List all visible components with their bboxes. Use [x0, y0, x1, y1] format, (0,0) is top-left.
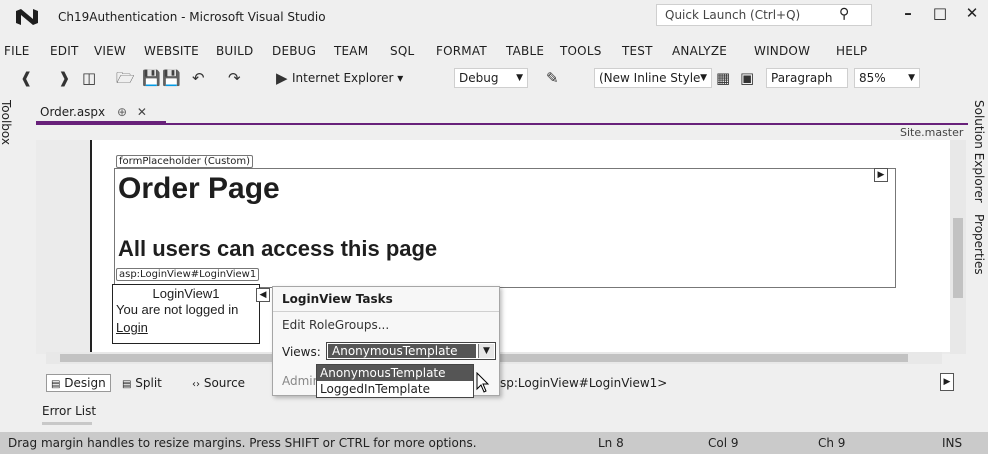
zoom-value: 85%: [859, 71, 886, 85]
status-bar: Drag margin handles to resize margins. P…: [0, 432, 988, 454]
visual-studio-logo-icon: [16, 9, 38, 25]
menu-build[interactable]: BUILD: [216, 44, 253, 58]
menu-tools[interactable]: TOOLS: [560, 44, 602, 58]
chevron-down-icon: ▼: [700, 73, 707, 83]
menu-analyze[interactable]: ANALYZE: [672, 44, 727, 58]
properties-tab[interactable]: Properties: [972, 214, 986, 275]
quick-launch-placeholder: Quick Launch (Ctrl+Q): [665, 8, 801, 22]
menu-debug[interactable]: DEBUG: [272, 44, 316, 58]
status-message: Drag margin handles to resize margins. P…: [8, 436, 477, 450]
zoom-dropdown[interactable]: 85% ▼: [854, 68, 920, 88]
loginview-status-text: You are not logged in: [116, 302, 239, 317]
tab-order-aspx[interactable]: Order.aspx ⊕ ✕: [36, 101, 166, 123]
split-view-label: Split: [135, 376, 162, 390]
master-page-label: Site.master: [900, 126, 964, 139]
menu-sql[interactable]: SQL: [390, 44, 414, 58]
menu-format[interactable]: FORMAT: [436, 44, 487, 58]
source-view-label: Source: [203, 376, 246, 390]
breadcrumb-next-icon[interactable]: ▶: [940, 373, 954, 391]
status-char: Ch 9: [818, 436, 846, 450]
style-tool-icon[interactable]: ▦: [716, 68, 730, 88]
loginview-title: LoginView1: [152, 286, 220, 301]
forward-icon[interactable]: ❱: [58, 68, 71, 88]
tab-label: Order.aspx: [40, 105, 106, 119]
menu-team[interactable]: TEAM: [334, 44, 368, 58]
menu-table[interactable]: TABLE: [506, 44, 544, 58]
undo-icon[interactable]: ↶: [192, 68, 205, 88]
window-title: Ch19Authentication - Microsoft Visual St…: [58, 10, 326, 24]
chevron-down-icon: ▼: [516, 73, 523, 83]
close-tab-icon[interactable]: ✕: [137, 105, 147, 119]
source-view-icon: ‹›: [192, 379, 200, 390]
solution-explorer-tab[interactable]: Solution Explorer: [972, 100, 986, 203]
save-icon[interactable]: 💾: [142, 68, 161, 88]
source-view-button[interactable]: ‹› Source: [192, 376, 245, 390]
page-heading[interactable]: Order Page: [118, 172, 280, 206]
config-value: Debug: [459, 71, 499, 85]
menu-test[interactable]: TEST: [622, 44, 653, 58]
design-view-label: Design: [64, 376, 106, 390]
style-dropdown[interactable]: (New Inline Style ▼: [594, 68, 712, 88]
login-link[interactable]: Login: [116, 320, 148, 335]
maximize-button[interactable]: □: [930, 4, 950, 22]
open-file-icon[interactable]: 🗁: [116, 68, 135, 88]
placeholder-label: formPlaceholder (Custom): [116, 155, 254, 168]
loginview-tag: asp:LoginView#LoginView1: [116, 268, 260, 281]
style-value: (New Inline Style: [599, 71, 701, 85]
right-side-tabs: Solution Explorer Properties: [970, 96, 988, 426]
tab-underline: [36, 123, 968, 125]
back-icon[interactable]: ❰: [20, 68, 33, 88]
menu-website[interactable]: WEBSITE: [144, 44, 199, 58]
menu-window[interactable]: WINDOW: [754, 44, 810, 58]
menu-file[interactable]: FILE: [4, 44, 30, 58]
quick-launch-input[interactable]: Quick Launch (Ctrl+Q) ⚲: [656, 4, 872, 26]
smart-tag-expand-icon[interactable]: ▶: [874, 168, 888, 182]
views-selected-value: AnonymousTemplate: [328, 344, 476, 358]
vertical-scroll-thumb[interactable]: [953, 218, 963, 298]
close-button[interactable]: ✕: [962, 4, 982, 22]
pin-icon[interactable]: ⊕: [117, 105, 127, 119]
menu-help[interactable]: HELP: [836, 44, 867, 58]
design-view-button[interactable]: ▤ Design: [46, 374, 111, 392]
start-debug-icon[interactable]: ▶: [276, 68, 288, 88]
divider: [273, 311, 499, 312]
toolbox-side-tab[interactable]: Toolbox: [0, 96, 14, 426]
new-project-icon[interactable]: ◫: [82, 68, 96, 88]
edit-rolegroups-link[interactable]: Edit RoleGroups...: [282, 318, 389, 332]
browser-dropdown[interactable]: Internet Explorer ▾: [292, 68, 403, 88]
views-dropdown[interactable]: AnonymousTemplate ▼: [326, 342, 496, 360]
design-view-icon: ▤: [51, 379, 61, 390]
minimize-button[interactable]: –: [898, 4, 918, 22]
split-view-icon: ▤: [122, 379, 132, 390]
breadcrumb[interactable]: sp:LoginView#LoginView1>: [500, 376, 667, 390]
chevron-down-icon[interactable]: ▼: [478, 344, 494, 358]
status-column: Col 9: [708, 436, 739, 450]
chevron-down-icon: ▼: [908, 73, 915, 83]
error-list-tab-indicator: [42, 422, 92, 425]
save-all-icon[interactable]: 💾: [162, 68, 181, 88]
block-format-value: Paragraph: [771, 71, 833, 85]
views-label: Views:: [282, 345, 321, 359]
block-format-dropdown[interactable]: Paragraph: [766, 68, 848, 88]
style-application-icon[interactable]: ▣: [740, 68, 754, 88]
menu-edit[interactable]: EDIT: [50, 44, 79, 58]
page-subheading[interactable]: All users can access this page: [118, 236, 437, 262]
standard-toolbar: ❰ ❱ ◫ 🗁 💾 💾 ↶ ↷ ▶ Internet Explorer ▾ De…: [0, 64, 988, 92]
status-insert-mode: INS: [942, 436, 963, 450]
smart-tag-collapse-icon[interactable]: ◀: [256, 288, 270, 302]
config-dropdown[interactable]: Debug ▼: [454, 68, 528, 88]
format-icon[interactable]: ✎: [546, 68, 559, 88]
menu-bar: FILE EDIT VIEW WEBSITE BUILD DEBUG TEAM …: [0, 40, 988, 62]
menu-view[interactable]: VIEW: [94, 44, 126, 58]
toolbox-label: Toolbox: [0, 100, 13, 145]
split-view-button[interactable]: ▤ Split: [122, 376, 162, 390]
redo-icon[interactable]: ↷: [228, 68, 241, 88]
tasks-panel-title: LoginView Tasks: [282, 292, 393, 306]
error-list-tab[interactable]: Error List: [42, 404, 96, 418]
status-line: Ln 8: [598, 436, 624, 450]
search-icon: ⚲: [839, 6, 850, 22]
